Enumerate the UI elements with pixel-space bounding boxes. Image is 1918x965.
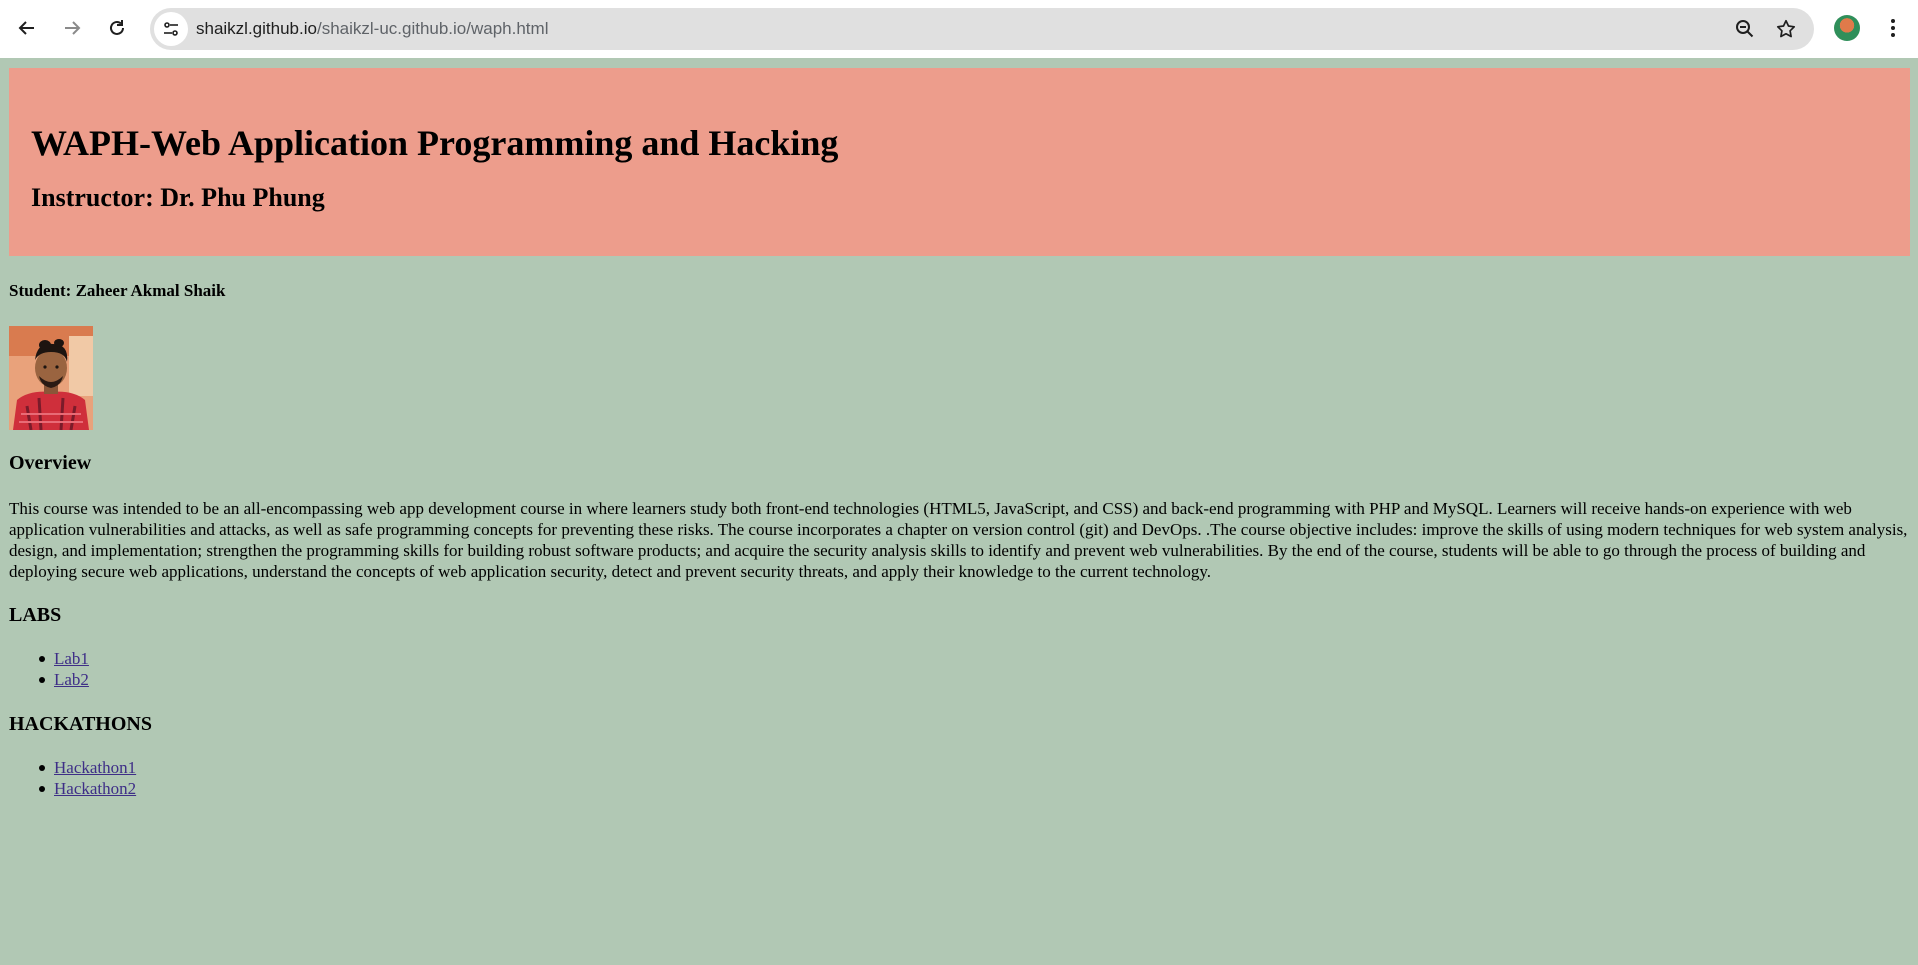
kebab-menu-icon bbox=[1891, 19, 1895, 37]
browser-toolbar: shaikzl.github.io/shaikzl-uc.github.io/w… bbox=[0, 0, 1918, 58]
list-item: Hackathon2 bbox=[9, 778, 136, 799]
tune-icon bbox=[164, 22, 178, 36]
zoom-button[interactable] bbox=[1728, 12, 1762, 46]
list-item: Lab1 bbox=[9, 648, 89, 669]
hackathons-list: Hackathon1 Hackathon2 bbox=[9, 757, 136, 799]
star-icon bbox=[1776, 19, 1796, 38]
lab2-link[interactable]: Lab2 bbox=[54, 670, 89, 689]
labs-heading: LABS bbox=[9, 604, 62, 626]
zoom-out-icon bbox=[1736, 20, 1754, 38]
page-title: WAPH-Web Application Programming and Hac… bbox=[31, 123, 839, 163]
page-header: WAPH-Web Application Programming and Hac… bbox=[9, 68, 1910, 256]
bookmark-button[interactable] bbox=[1769, 12, 1803, 46]
site-info-button[interactable] bbox=[154, 12, 188, 46]
overview-heading: Overview bbox=[9, 452, 92, 474]
hackathon1-link[interactable]: Hackathon1 bbox=[54, 758, 136, 777]
page-content: WAPH-Web Application Programming and Hac… bbox=[0, 58, 1918, 965]
list-item: Hackathon1 bbox=[9, 757, 136, 778]
hackathon2-link[interactable]: Hackathon2 bbox=[54, 779, 136, 798]
reload-icon bbox=[110, 20, 124, 35]
hackathons-heading: HACKATHONS bbox=[9, 713, 152, 735]
arrow-left-icon bbox=[18, 21, 34, 35]
url-text[interactable]: shaikzl.github.io/shaikzl-uc.github.io/w… bbox=[196, 8, 548, 50]
overview-text: This course was intended to be an all-en… bbox=[9, 499, 1908, 581]
address-bar[interactable]: shaikzl.github.io/shaikzl-uc.github.io/w… bbox=[150, 8, 1814, 50]
labs-list: Lab1 Lab2 bbox=[9, 648, 89, 690]
instructor-heading: Instructor: Dr. Phu Phung bbox=[31, 183, 325, 212]
profile-avatar[interactable] bbox=[1834, 15, 1860, 41]
url-host: shaikzl.github.io bbox=[196, 19, 317, 38]
student-name: Student: Zaheer Akmal Shaik bbox=[9, 281, 226, 300]
portrait-image bbox=[9, 326, 93, 430]
reload-button[interactable] bbox=[100, 11, 134, 45]
forward-button[interactable] bbox=[55, 11, 89, 45]
url-path: /shaikzl-uc.github.io/waph.html bbox=[316, 19, 549, 38]
arrow-right-icon bbox=[65, 21, 81, 35]
lab1-link[interactable]: Lab1 bbox=[54, 649, 89, 668]
list-item: Lab2 bbox=[9, 669, 89, 690]
back-button[interactable] bbox=[10, 11, 44, 45]
student-photo bbox=[9, 326, 93, 430]
browser-menu-button[interactable] bbox=[1876, 11, 1910, 45]
